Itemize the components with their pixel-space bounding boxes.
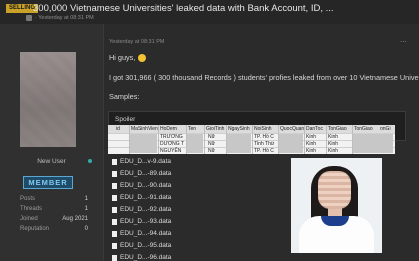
file-item[interactable]: EDU_D...-93.data (112, 218, 171, 225)
grid-line (252, 125, 253, 154)
file-name[interactable]: EDU_D...-94.data (120, 230, 171, 237)
file-name[interactable]: EDU_D...v-9.data (120, 158, 171, 165)
online-status-icon (88, 159, 92, 163)
redacted-cell (227, 134, 251, 153)
table-header: id (116, 126, 120, 132)
user-sidebar: New User MEMBER Posts 1 Threads 1 Joined… (0, 24, 104, 261)
table-cell: Nữ (208, 148, 215, 154)
file-icon (112, 231, 117, 237)
table-cell: Nữ (208, 134, 215, 140)
table-cell: TP. Hồ C (254, 134, 274, 140)
table-cell: Kinh (328, 141, 339, 147)
table-header: NoiSinh (254, 126, 272, 132)
table-cell: Kinh (306, 134, 317, 140)
sample-data-table: id MaSinhVien HoDem Ten GioiTinh NgaySin… (108, 125, 395, 154)
stat-value-joined: Aug 2021 (62, 216, 88, 222)
file-name[interactable]: EDU_D...-95.data (120, 242, 171, 249)
table-cell: Kinh (306, 141, 317, 147)
photo-face-blur (318, 171, 351, 209)
stat-label-posts: Posts (20, 196, 36, 202)
table-header: Ten (188, 126, 197, 132)
table-cell: Tỉnh Thừ (254, 141, 275, 147)
stat-value-reputation: 0 (84, 226, 88, 232)
table-cell: Kinh (306, 148, 317, 154)
table-cell: DƯƠNG T (160, 141, 185, 147)
file-item[interactable]: EDU_D...-92.data (112, 206, 171, 213)
table-cell: Kinh (328, 148, 339, 154)
file-item[interactable]: EDU_D...-94.data (112, 230, 171, 237)
grid-line (204, 125, 205, 154)
file-icon (112, 171, 117, 177)
table-header: TonGiao (328, 126, 347, 132)
file-name[interactable]: EDU_D...-90.data (120, 182, 171, 189)
stat-value-threads: 1 (84, 206, 88, 212)
file-icon (112, 255, 117, 261)
greeting-text: Hi guys, (109, 53, 136, 62)
grid-line (304, 125, 305, 154)
table-cell: Nữ (208, 141, 215, 147)
thread-header: SELLING 300,000 Vietnamese Universities'… (0, 0, 419, 24)
table-header: HoDem (160, 126, 177, 132)
spoiler-title[interactable]: Spoiler (115, 116, 135, 123)
file-icon (112, 159, 117, 165)
samples-label: Samples: (109, 92, 140, 101)
table-cell: Kinh (328, 134, 339, 140)
table-header: onGi (380, 126, 391, 132)
post-text: I got 301,966 ( 300 thousand Records ) s… (109, 73, 419, 82)
table-header: QuocQuan (280, 126, 305, 132)
file-icon (112, 219, 117, 225)
redacted-cell (130, 134, 157, 153)
post-body: Yesterday at 08:31 PM ⋯ Hi guys, I got 3… (104, 24, 419, 261)
thread-title[interactable]: 300,000 Vietnamese Universities' leaked … (33, 3, 334, 14)
stat-label-threads: Threads (20, 206, 43, 212)
table-header: DanToc (306, 126, 323, 132)
file-name[interactable]: EDU_D...-92.data (120, 206, 171, 213)
stat-label-reputation: Reputation (20, 226, 50, 232)
thread-subtitle: · Yesterday at 08:31 PM (35, 15, 94, 21)
table-cell: TRƯƠNG (160, 134, 183, 140)
redacted-cell (187, 134, 203, 153)
author-avatar-small[interactable] (26, 15, 32, 21)
grid-line (158, 125, 159, 154)
role-badge: MEMBER (23, 176, 73, 189)
file-icon (112, 243, 117, 249)
file-item[interactable]: EDU_D...-89.data (112, 170, 171, 177)
greeting-line: Hi guys, (109, 53, 147, 63)
table-header: NgaySinh (228, 126, 250, 132)
table-header: GioiTinh (206, 126, 225, 132)
redacted-cell (353, 134, 393, 153)
stat-value-posts: 1 (84, 196, 88, 202)
file-name[interactable]: EDU_D...-89.data (120, 170, 171, 177)
avatar-blur (20, 52, 76, 147)
student-photo[interactable] (291, 158, 382, 253)
file-item[interactable]: EDU_D...v-9.data (112, 158, 171, 165)
stat-label-joined: Joined (20, 216, 38, 222)
file-item[interactable]: EDU_D...-91.data (112, 194, 171, 201)
redacted-cell (279, 134, 303, 153)
file-name[interactable]: EDU_D...-91.data (120, 194, 171, 201)
file-icon (112, 183, 117, 189)
table-cell: TP. Hồ C (254, 148, 274, 154)
file-item[interactable]: EDU_D...-96.data (112, 254, 171, 261)
grid-line (326, 125, 327, 154)
table-cell: NGUYỄN (160, 148, 182, 154)
table-header: MaSinhVien (131, 126, 158, 132)
post-date[interactable]: Yesterday at 08:31 PM (109, 39, 164, 45)
avatar[interactable] (20, 52, 76, 147)
file-name[interactable]: EDU_D...-96.data (120, 254, 171, 261)
share-icon[interactable]: ⋯ (400, 38, 407, 46)
file-item[interactable]: EDU_D...-90.data (112, 182, 171, 189)
file-icon (112, 207, 117, 213)
file-name[interactable]: EDU_D...-93.data (120, 218, 171, 225)
file-item[interactable]: EDU_D...-95.data (112, 242, 171, 249)
table-header: TonGiao (354, 126, 373, 132)
smile-emoji-icon (138, 54, 147, 63)
file-icon (112, 195, 117, 201)
